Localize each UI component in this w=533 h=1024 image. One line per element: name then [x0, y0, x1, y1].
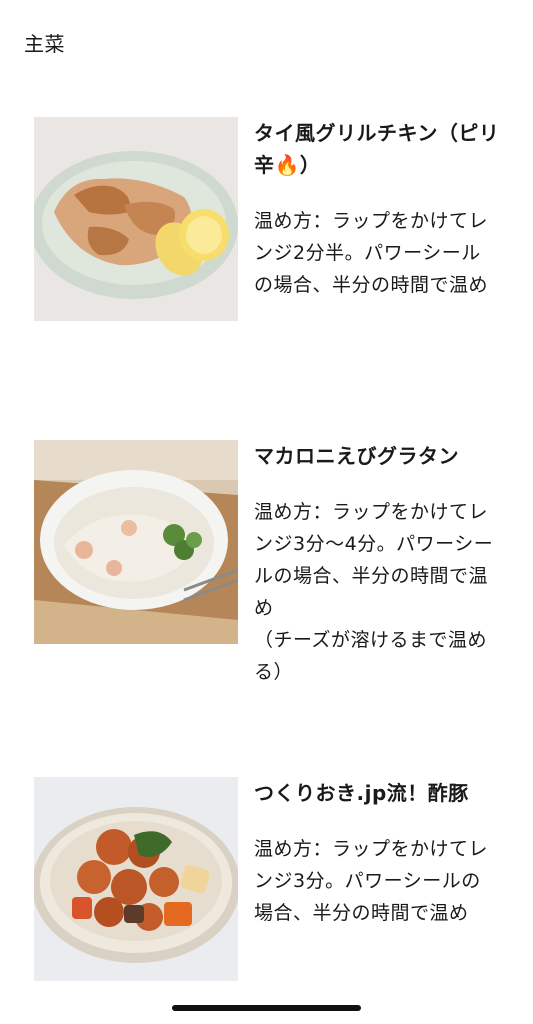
recipe-name: つくりおき.jp流！酢豚: [254, 781, 469, 805]
recipe-description: 温め方：ラップをかけてレンジ3分〜4分。パワーシールの場合、半分の時間で温め （…: [254, 501, 494, 683]
sweet-sour-pork-photo: [34, 777, 238, 981]
home-indicator[interactable]: [172, 1005, 361, 1011]
section-title: 主菜: [24, 32, 65, 56]
recipe-description: 温め方：ラップをかけてレンジ3分。パワーシールの場合、半分の時間で温め: [254, 838, 489, 924]
shrimp-gratin-photo: [34, 440, 238, 644]
recipe-name: タイ風グリルチキン（ピリ辛🔥）: [254, 121, 500, 177]
recipe-page: 主菜 タイ風グリルチキン（ピリ辛🔥） 温め方：ラップをかけてレンジ2分半。パワー…: [0, 0, 533, 1024]
grilled-chicken-photo: [34, 117, 238, 321]
recipe-name: マカロニえびグラタン: [254, 444, 459, 468]
recipe-description: 温め方：ラップをかけてレンジ2分半。パワーシールの場合、半分の時間で温め: [254, 210, 489, 296]
